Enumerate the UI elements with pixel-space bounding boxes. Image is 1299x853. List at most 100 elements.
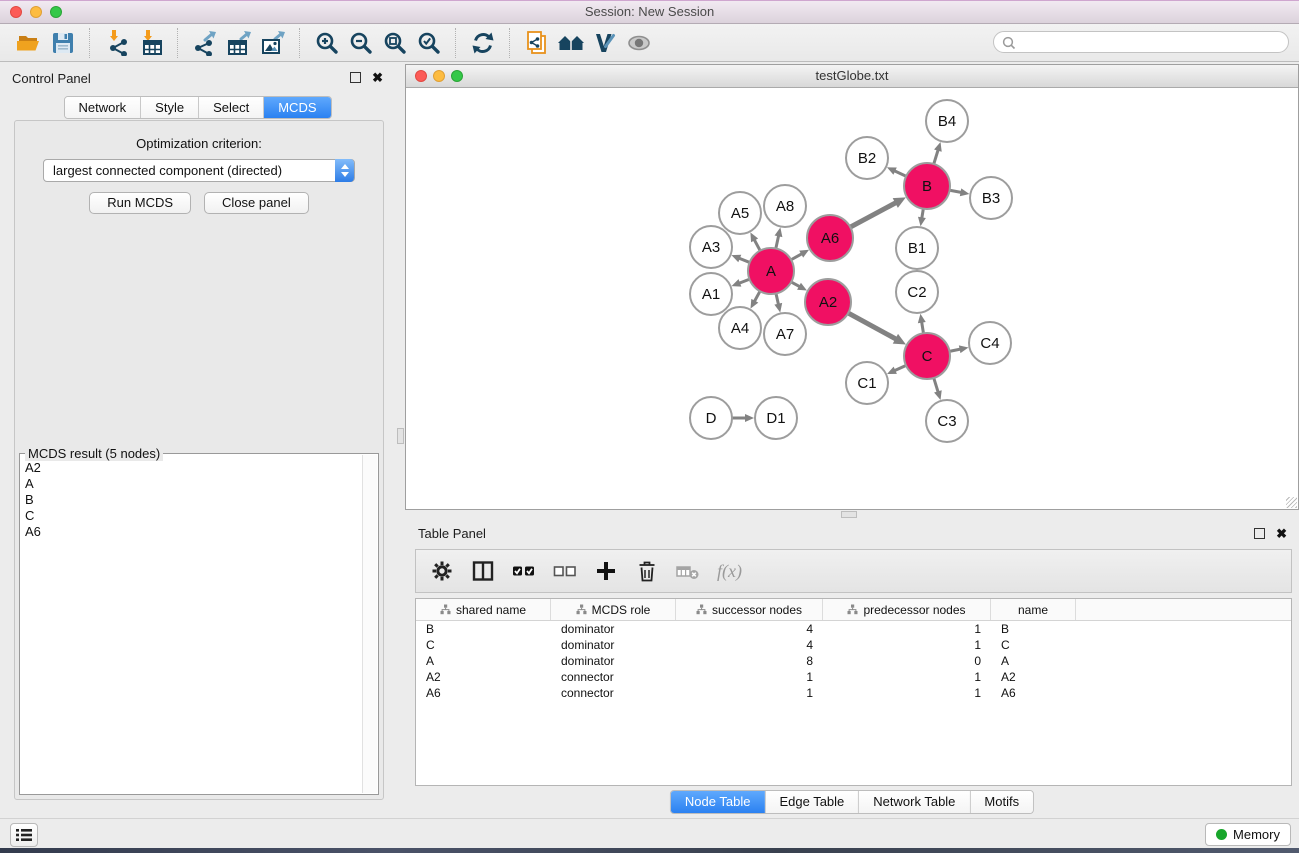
close-table-panel-icon[interactable]: ✖ <box>1276 529 1287 539</box>
unselect-all-columns-icon[interactable] <box>553 559 577 583</box>
home-icon[interactable] <box>554 27 588 59</box>
minimize-window-button[interactable] <box>30 6 42 18</box>
table-row[interactable]: A2connector11A2 <box>416 669 1291 685</box>
tab-network[interactable]: Network <box>64 97 140 118</box>
open-session-icon[interactable] <box>12 27 46 59</box>
export-table-icon[interactable] <box>222 27 256 59</box>
column-header-name[interactable]: name <box>991 599 1076 620</box>
graph-node-A[interactable]: A <box>748 248 794 294</box>
table-row[interactable]: Adominator80A <box>416 653 1291 669</box>
graph-node-D1[interactable]: D1 <box>755 397 797 439</box>
memory-button[interactable]: Memory <box>1205 823 1291 846</box>
titlebar: Session: New Session <box>0 0 1299 24</box>
graph-node-C1[interactable]: C1 <box>846 362 888 404</box>
select-all-columns-icon[interactable] <box>512 559 536 583</box>
list-item[interactable]: A <box>22 476 361 492</box>
graph-node-D[interactable]: D <box>690 397 732 439</box>
column-header-shared-name[interactable]: shared name <box>416 599 551 620</box>
vertical-divider-gripper[interactable] <box>397 428 404 444</box>
toolbar-separator <box>89 28 91 58</box>
float-panel-icon[interactable] <box>350 72 361 83</box>
graph-node-B[interactable]: B <box>904 163 950 209</box>
graph-node-C4[interactable]: C4 <box>969 322 1011 364</box>
export-network-icon[interactable] <box>188 27 222 59</box>
graph-node-A3[interactable]: A3 <box>690 226 732 268</box>
column-header-successor-nodes[interactable]: successor nodes <box>676 599 823 620</box>
column-header-mcds-role[interactable]: MCDS role <box>551 599 676 620</box>
function-builder-icon-disabled: f(x) <box>717 559 742 583</box>
graph-node-B2[interactable]: B2 <box>846 137 888 179</box>
import-network-icon[interactable] <box>100 27 134 59</box>
graph-node-C2[interactable]: C2 <box>896 271 938 313</box>
desktop-background-strip <box>0 848 1299 853</box>
export-image-icon[interactable] <box>256 27 290 59</box>
run-mcds-button[interactable]: Run MCDS <box>89 192 191 214</box>
graph-node-C[interactable]: C <box>904 333 950 379</box>
resize-grip-icon[interactable] <box>1286 497 1297 508</box>
create-column-icon[interactable] <box>594 559 618 583</box>
style-preview-icon[interactable] <box>588 27 622 59</box>
search-input[interactable] <box>1020 33 1284 53</box>
tab-style[interactable]: Style <box>140 97 198 118</box>
graph-node-A5[interactable]: A5 <box>719 192 761 234</box>
zoom-selected-icon[interactable] <box>412 27 446 59</box>
graph-node-A6[interactable]: A6 <box>807 215 853 261</box>
tab-network-table[interactable]: Network Table <box>858 791 969 813</box>
graph-node-A8[interactable]: A8 <box>764 185 806 227</box>
tab-select[interactable]: Select <box>198 97 263 118</box>
zoom-out-icon[interactable] <box>344 27 378 59</box>
graph-node-C3[interactable]: C3 <box>926 400 968 442</box>
list-item[interactable]: B <box>22 492 361 508</box>
network-close-button[interactable] <box>415 70 427 82</box>
criterion-dropdown[interactable]: largest connected component (directed) <box>43 159 355 182</box>
table-row[interactable]: Cdominator41C <box>416 637 1291 653</box>
show-columns-icon[interactable] <box>471 559 495 583</box>
graph-edge-A2-C[interactable] <box>846 312 897 340</box>
graph-node-A1[interactable]: A1 <box>690 273 732 315</box>
network-window-titlebar[interactable]: testGlobe.txt <box>406 65 1298 88</box>
float-table-panel-icon[interactable] <box>1254 528 1265 539</box>
window-title: Session: New Session <box>0 1 1299 23</box>
network-minimize-button[interactable] <box>433 70 445 82</box>
network-zoom-button[interactable] <box>451 70 463 82</box>
table-settings-icon[interactable] <box>430 559 454 583</box>
network-canvas[interactable]: A A1 A2 A3 A4 A5 A6 A7 A8 B B1 B2 B3B4 C C1 C2 C3C4 D D1 <box>406 87 1298 509</box>
column-header-predecessor-nodes[interactable]: predecessor nodes <box>823 599 991 620</box>
tab-edge-table[interactable]: Edge Table <box>764 791 858 813</box>
edge-arrowhead-icon <box>918 217 926 227</box>
zoom-window-button[interactable] <box>50 6 62 18</box>
close-panel-icon[interactable]: ✖ <box>372 73 383 83</box>
fx-label: f(x) <box>717 561 742 582</box>
graph-node-B4[interactable]: B4 <box>926 100 968 142</box>
horizontal-divider-gripper[interactable] <box>841 511 857 518</box>
graph-node-A4[interactable]: A4 <box>719 307 761 349</box>
list-item[interactable]: A2 <box>22 460 361 476</box>
graph-node-B1[interactable]: B1 <box>896 227 938 269</box>
table-row[interactable]: A6connector11A6 <box>416 685 1291 701</box>
save-session-icon[interactable] <box>46 27 80 59</box>
graph-node-A2[interactable]: A2 <box>805 279 851 325</box>
new-session-from-network-icon[interactable] <box>520 27 554 59</box>
svg-text:A: A <box>766 263 776 280</box>
zoom-fit-icon[interactable] <box>378 27 412 59</box>
graph-node-B3[interactable]: B3 <box>970 177 1012 219</box>
tab-node-table[interactable]: Node Table <box>671 791 765 813</box>
close-window-button[interactable] <box>10 6 22 18</box>
task-history-button[interactable] <box>10 823 38 847</box>
show-graphics-details-icon[interactable] <box>622 27 656 59</box>
delete-column-icon[interactable] <box>635 559 659 583</box>
table-panel-tabs: Node TableEdge TableNetwork TableMotifs <box>670 790 1034 814</box>
result-scrollbar[interactable] <box>362 455 377 793</box>
list-item[interactable]: A6 <box>22 524 361 540</box>
list-item[interactable]: C <box>22 508 361 524</box>
table-row[interactable]: Bdominator41B <box>416 621 1291 637</box>
tab-mcds[interactable]: MCDS <box>263 97 330 118</box>
svg-text:B1: B1 <box>908 240 926 257</box>
graph-node-A7[interactable]: A7 <box>764 313 806 355</box>
zoom-in-icon[interactable] <box>310 27 344 59</box>
close-panel-button[interactable]: Close panel <box>204 192 309 214</box>
apply-layout-icon[interactable] <box>466 27 500 59</box>
import-table-icon[interactable] <box>134 27 168 59</box>
tab-motifs[interactable]: Motifs <box>969 791 1033 813</box>
graph-edge-A6-B[interactable] <box>849 202 898 228</box>
